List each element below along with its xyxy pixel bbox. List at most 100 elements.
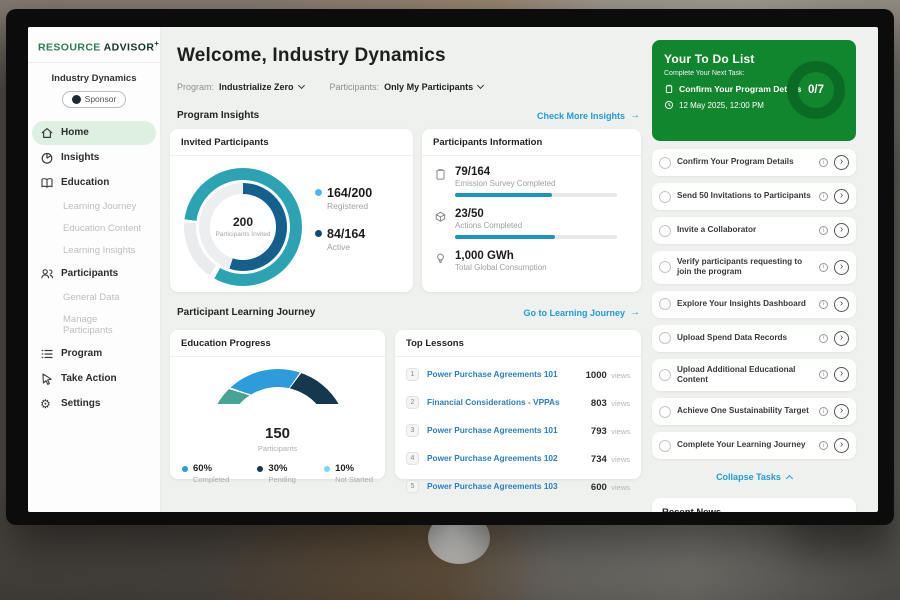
task-row-invite-collaborator[interactable]: Invite a Collaborator: [652, 217, 856, 244]
task-checkbox[interactable]: [659, 225, 671, 237]
chevron-right-icon[interactable]: [834, 438, 849, 453]
sidebar-item-insights[interactable]: Insights: [32, 146, 156, 170]
home-icon: [40, 126, 54, 140]
clock-icon: [664, 100, 674, 110]
org-name: Industry Dynamics: [28, 73, 160, 84]
card-title: Participants Information: [422, 129, 641, 156]
chevron-right-icon[interactable]: [834, 155, 849, 170]
sidebar-item-label: Learning Insights: [63, 245, 135, 256]
chevron-right-icon[interactable]: [834, 331, 849, 346]
section-title: Participant Learning Journey: [177, 307, 315, 318]
clipboard-icon: [664, 84, 674, 94]
todo-next-task-label: Confirm Your Program Details: [679, 84, 801, 94]
task-row-achieve-target[interactable]: Achieve One Sustainability Target: [652, 398, 856, 425]
gauge-center-label: Participants: [208, 444, 348, 453]
collapse-label: Collapse Tasks: [716, 472, 781, 482]
task-row-send-invitations[interactable]: Send 50 Invitations to Participants: [652, 183, 856, 210]
sidebar-item-home[interactable]: Home: [32, 121, 156, 145]
program-value: Industrialize Zero: [219, 82, 294, 92]
invited-donut-chart: 200 Participants Invited: [184, 168, 302, 286]
lesson-link[interactable]: Financial Considerations - VPPAs: [427, 397, 591, 407]
todo-counter: 0/7: [808, 84, 824, 96]
task-checkbox[interactable]: [659, 298, 671, 310]
education-progress-card: Education Progress 150 Participants 60% …: [170, 330, 385, 479]
card-title: Education Progress: [170, 330, 385, 357]
task-checkbox[interactable]: [659, 261, 671, 273]
go-to-learning-journey-link[interactable]: Go to Learning Journey: [523, 307, 640, 318]
invited-body: 200 Participants Invited 164/200 Registe…: [170, 156, 413, 286]
sidebar-item-label: Settings: [61, 398, 100, 409]
lesson-row: 5 Power Purchase Agreements 103 600 view…: [395, 472, 641, 500]
task-label: Achieve One Sustainability Target: [677, 406, 813, 416]
sidebar-item-participants[interactable]: Participants: [32, 262, 156, 286]
sidebar-item-education-content[interactable]: Education Content: [32, 218, 156, 239]
sidebar-item-label: Education: [61, 177, 109, 188]
chevron-right-icon[interactable]: [834, 260, 849, 275]
sidebar-item-manage-participants[interactable]: Manage Participants: [32, 309, 156, 341]
legend-item-active: 84/164 Active: [315, 227, 372, 252]
chevron-right-icon[interactable]: [834, 404, 849, 419]
task-row-confirm-program[interactable]: Confirm Your Program Details: [652, 149, 856, 176]
section-title: Program Insights: [177, 110, 259, 121]
dashboard-screen: RESOURCE ADVISOR+ Industry Dynamics Spon…: [28, 27, 878, 512]
lesson-link[interactable]: Power Purchase Agreements 101: [427, 425, 591, 435]
task-checkbox[interactable]: [659, 406, 671, 418]
chevron-right-icon[interactable]: [834, 297, 849, 312]
sidebar-item-label: Manage Participants: [63, 314, 148, 336]
sidebar-item-settings[interactable]: Settings: [32, 392, 156, 416]
donut-legend: 164/200 Registered 84/164 Active: [315, 164, 372, 286]
lesson-views-word: views: [611, 399, 630, 408]
participants-dropdown[interactable]: Participants: Only My Participants: [330, 82, 484, 92]
task-row-upload-educational-content[interactable]: Upload Additional Educational Content: [652, 359, 856, 392]
task-row-upload-spend-data[interactable]: Upload Spend Data Records: [652, 325, 856, 352]
arrow-right-icon: [630, 307, 640, 318]
collapse-tasks-link[interactable]: Collapse Tasks: [652, 472, 856, 482]
chevron-down-icon: [477, 82, 484, 89]
lesson-link[interactable]: Power Purchase Agreements 102: [427, 453, 591, 463]
legend-dot-icon: [257, 466, 263, 472]
sidebar-item-general-data[interactable]: General Data: [32, 287, 156, 308]
check-more-insights-link[interactable]: Check More Insights: [537, 110, 640, 121]
sidebar-item-education[interactable]: Education: [32, 171, 156, 195]
recent-news-card: Recent News: [652, 498, 856, 512]
sponsor-icon: [72, 95, 81, 104]
people-icon: [40, 267, 54, 281]
program-dropdown[interactable]: Program: Industrialize Zero: [177, 82, 304, 92]
progress-bar: [455, 193, 617, 197]
task-checkbox[interactable]: [659, 440, 671, 452]
lesson-views-count: 793: [591, 426, 607, 437]
brand-plus: +: [154, 39, 159, 48]
todo-panel: Your To Do List Complete Your Next Task:…: [652, 27, 856, 512]
sponsor-badge: Sponsor: [62, 91, 126, 108]
task-row-complete-learning-journey[interactable]: Complete Your Learning Journey: [652, 432, 856, 459]
sidebar-item-learning-insights[interactable]: Learning Insights: [32, 240, 156, 261]
info-icon: [819, 370, 828, 379]
task-checkbox[interactable]: [659, 369, 671, 381]
stat-emission-survey: 79/164 Emission Survey Completed: [434, 166, 629, 197]
task-row-verify-participants[interactable]: Verify participants requesting to join t…: [652, 251, 856, 284]
legend-value: 164/200: [327, 186, 372, 200]
chevron-right-icon[interactable]: [834, 367, 849, 382]
legend-dot-icon: [315, 189, 322, 196]
task-checkbox[interactable]: [659, 191, 671, 203]
sidebar-item-label: Home: [61, 127, 89, 138]
lesson-link[interactable]: Power Purchase Agreements 103: [427, 481, 591, 491]
lesson-rank-badge: 4: [406, 452, 419, 465]
progress-bar-fill: [455, 235, 555, 239]
sidebar-item-label: Insights: [61, 152, 99, 163]
chevron-right-icon[interactable]: [834, 223, 849, 238]
sidebar-item-program[interactable]: Program: [32, 342, 156, 366]
task-checkbox[interactable]: [659, 332, 671, 344]
chevron-right-icon[interactable]: [834, 189, 849, 204]
gear-icon: [40, 397, 54, 411]
stat-label: Actions Completed: [455, 221, 617, 230]
lesson-link[interactable]: Power Purchase Agreements 101: [427, 369, 586, 379]
sidebar-item-learning-journey[interactable]: Learning Journey: [32, 196, 156, 217]
sidebar-item-take-action[interactable]: Take Action: [32, 367, 156, 391]
cursor-action-icon: [40, 372, 54, 386]
sidebar-item-label: Take Action: [61, 373, 117, 384]
stat-actions-completed: 23/50 Actions Completed: [434, 208, 629, 239]
task-row-explore-insights[interactable]: Explore Your Insights Dashboard: [652, 291, 856, 318]
sidebar-item-label: Learning Journey: [63, 201, 136, 212]
task-checkbox[interactable]: [659, 157, 671, 169]
